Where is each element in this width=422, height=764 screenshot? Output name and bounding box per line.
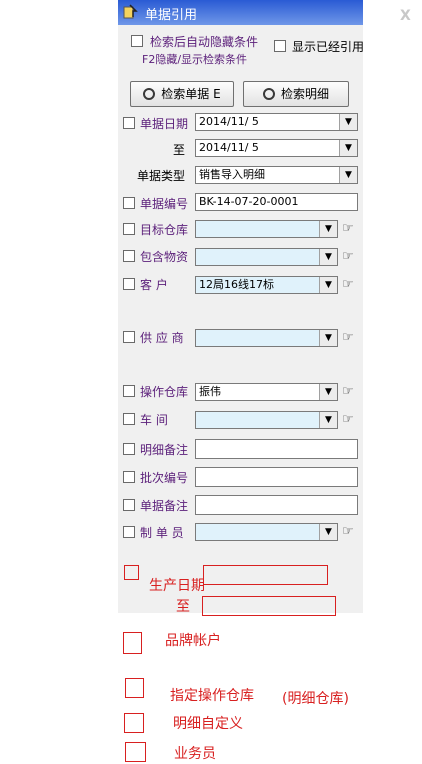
supplier-label: 供 应 商 [140,331,184,345]
doc-no-checkbox[interactable] [123,197,135,209]
maker-checkbox[interactable] [123,526,135,538]
workshop-checkbox[interactable] [123,413,135,425]
supplier-select[interactable]: ▼ [195,329,338,347]
pointer-icon[interactable]: ☞ [342,249,354,264]
chevron-down-icon[interactable]: ▼ [319,330,337,346]
doc-date-label: 单据日期 [140,117,189,131]
doc-no-input[interactable]: BK-14-07-20-0001 [195,193,358,211]
pointer-icon[interactable]: ☞ [342,524,354,539]
search-detail-button[interactable]: 检索明细 [243,81,349,107]
customer-label: 客 户 [140,278,168,292]
chevron-down-icon[interactable]: ▼ [339,140,357,156]
chevron-down-icon[interactable]: ▼ [319,412,337,428]
doc-note-label: 单据备注 [140,499,189,513]
chevron-down-icon[interactable]: ▼ [319,277,337,293]
maker-label: 制 单 员 [140,526,184,540]
annotation-salesman: 业务员 [174,746,216,762]
op-wh-label: 操作仓库 [140,385,189,399]
chevron-down-icon[interactable]: ▼ [319,384,337,400]
annotation-to-box [202,596,336,616]
annotation-prod-date-box [203,565,328,585]
customer-checkbox[interactable] [123,278,135,290]
close-icon[interactable]: X [400,8,411,24]
pointer-icon[interactable]: ☞ [342,330,354,345]
op-wh-checkbox[interactable] [123,385,135,397]
pointer-icon[interactable]: ☞ [342,412,354,427]
material-label: 包含物资 [140,250,189,264]
op-wh-select[interactable]: 振伟 ▼ [195,383,338,401]
batch-no-label: 批次编号 [140,471,189,485]
annotation-checkbox-brand [123,632,142,654]
maker-select[interactable]: ▼ [195,523,338,541]
show-cited-label: 显示已经引用 [292,40,365,54]
doc-note-input[interactable] [195,495,358,515]
chevron-down-icon[interactable]: ▼ [339,114,357,130]
annotation-prod-date: 生产日期 [149,578,205,594]
window-title: 单据引用 [145,8,198,23]
material-checkbox[interactable] [123,250,135,262]
auto-hide-checkbox[interactable] [131,35,143,47]
annotation-checkbox-detail-custom [124,713,144,733]
doc-type-label: 单据类型 [137,169,186,183]
annotation-detail-wh: (明细仓库) [282,691,349,707]
doc-date-checkbox[interactable] [123,117,135,129]
doc-note-checkbox[interactable] [123,499,135,511]
chevron-down-icon[interactable]: ▼ [319,221,337,237]
target-wh-checkbox[interactable] [123,223,135,235]
annotation-checkbox-salesman [125,742,146,762]
search-icon [262,87,275,100]
pointer-icon[interactable]: ☞ [342,384,354,399]
material-select[interactable]: ▼ [195,248,338,266]
pointer-icon[interactable]: ☞ [342,221,354,236]
annotation-detail-custom: 明细自定义 [173,716,243,732]
annotation-checkbox-prod-date [124,565,139,580]
search-doc-button[interactable]: 检索单据 E [130,81,234,107]
doc-no-label: 单据编号 [140,197,189,211]
supplier-checkbox[interactable] [123,331,135,343]
annotation-designated-wh: 指定操作仓库 [170,688,254,704]
detail-note-checkbox[interactable] [123,443,135,455]
pointer-icon[interactable]: ☞ [342,277,354,292]
annotation-brand-account: 品牌帐户 [165,633,221,649]
annotation-checkbox-designated-wh [125,678,144,698]
target-wh-select[interactable]: ▼ [195,220,338,238]
search-icon [143,87,156,100]
chevron-down-icon[interactable]: ▼ [319,249,337,265]
app-icon [123,4,138,19]
chevron-down-icon[interactable]: ▼ [339,167,357,183]
batch-no-input[interactable] [195,467,358,487]
workshop-label: 车 间 [140,413,168,427]
to-date-label: 至 [173,143,186,157]
customer-select[interactable]: 12局16线17标 ▼ [195,276,338,294]
annotation-to: 至 [176,599,190,615]
target-wh-label: 目标仓库 [140,223,189,237]
doc-type-select[interactable]: 销售导入明细 ▼ [195,166,358,184]
to-date-field[interactable]: 2014/11/ 5 ▼ [195,139,358,157]
detail-note-label: 明细备注 [140,443,189,457]
batch-no-checkbox[interactable] [123,471,135,483]
workshop-select[interactable]: ▼ [195,411,338,429]
f2-hint: F2隐藏/显示检索条件 [142,53,248,66]
auto-hide-label: 检索后自动隐藏条件 [150,35,259,49]
chevron-down-icon[interactable]: ▼ [319,524,337,540]
show-cited-checkbox[interactable] [274,40,286,52]
detail-note-input[interactable] [195,439,358,459]
doc-date-field[interactable]: 2014/11/ 5 ▼ [195,113,358,131]
